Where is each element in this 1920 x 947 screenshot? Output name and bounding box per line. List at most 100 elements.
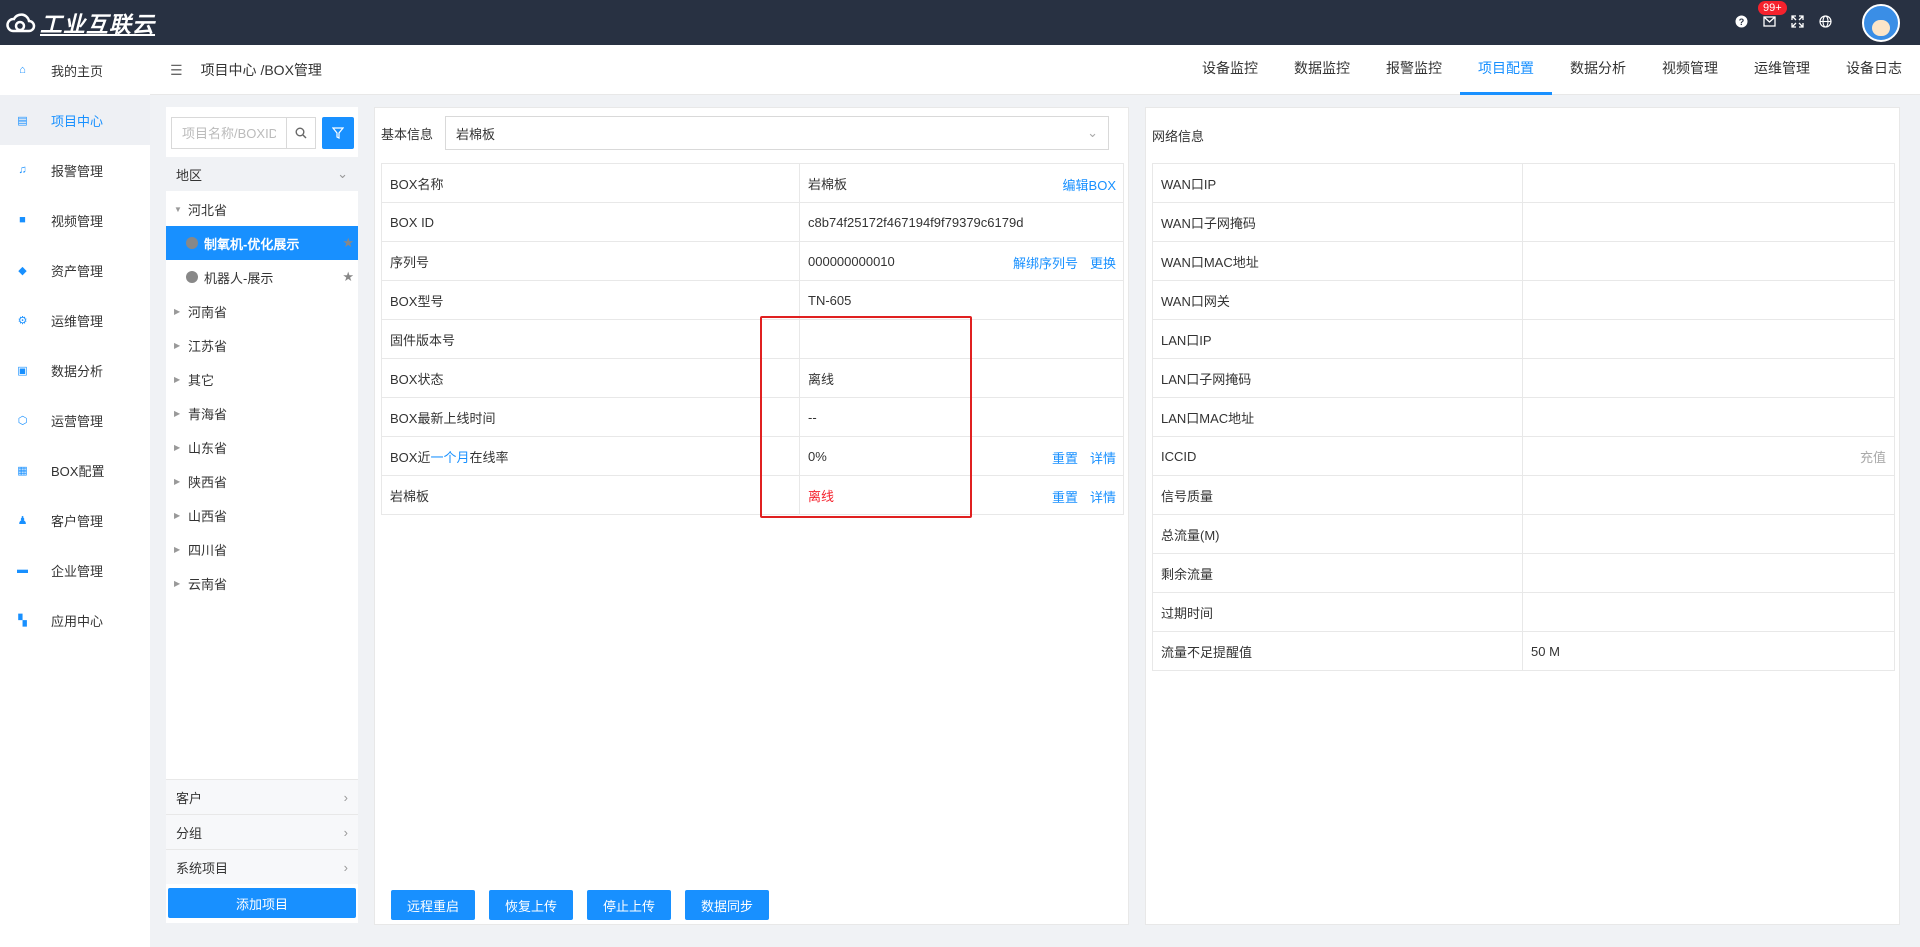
data-sync-button[interactable]: 数据同步 [685,890,770,920]
tab-ops-management[interactable]: 运维管理 [1736,45,1828,95]
sidebar-item-data-analysis[interactable]: ▣ 数据分析 [0,345,150,395]
tab-alarm-monitor[interactable]: 报警监控 [1368,45,1460,95]
reset-link[interactable]: 重置 [1052,451,1078,466]
sidebar-item-asset[interactable]: ◆ 资产管理 [0,245,150,295]
chevron-right-icon: › [343,859,348,875]
asset-icon: ◆ [18,264,27,277]
section-customer[interactable]: 客户 › [166,779,358,814]
tab-data-monitor[interactable]: 数据监控 [1276,45,1368,95]
online-rate-label: BOX近一个月在线率 [381,436,800,476]
search-icon[interactable] [286,117,316,149]
period-selector-link[interactable]: 一个月 [430,450,469,465]
project-status-dot-icon [186,237,198,249]
sidebar-item-label: 企业管理 [51,563,104,579]
breadcrumb-text: 项目中心 /BOX管理 [200,62,322,78]
table-row: 信号质量 [1152,475,1895,515]
table-row: WAN口MAC地址 [1152,241,1895,281]
stop-upload-button[interactable]: 停止上传 [587,890,672,920]
region-label: 地区 [176,167,203,183]
star-icon[interactable]: ★ [342,235,354,251]
tree-node-province[interactable]: ▶ 山东省 [166,430,358,464]
tree-node-province[interactable]: ▶ 青海省 [166,396,358,430]
tree-node-province[interactable]: ▶ 江苏省 [166,328,358,362]
help-icon[interactable]: ? [1734,15,1748,31]
serial-cell: 000000000010 解绑序列号 更换 [799,241,1124,281]
remote-restart-button[interactable]: 远程重启 [391,890,476,920]
tab-project-config[interactable]: 项目配置 [1460,45,1552,95]
tab-device-log[interactable]: 设备日志 [1828,45,1920,95]
sidebar-item-label: 数据分析 [51,363,104,379]
replace-serial-link[interactable]: 更换 [1090,256,1116,271]
sidebar-item-enterprise[interactable]: ▬ 企业管理 [0,545,150,595]
table-row: WAN口IP [1152,163,1895,203]
box-select[interactable]: 岩棉板 ⌄ [445,116,1110,150]
language-globe-icon[interactable] [1818,14,1832,31]
tree-node-province[interactable]: ▶ 云南省 [166,566,358,600]
sidebar-item-home[interactable]: ⌂ 我的主页 [0,45,150,95]
sidebar-item-customer[interactable]: ♟ 客户管理 [0,495,150,545]
sidebar-item-ops[interactable]: ⚙ 运维管理 [0,295,150,345]
tree-node-province[interactable]: ▶ 其它 [166,362,358,396]
detail-link[interactable]: 详情 [1090,490,1116,505]
tree-node-province[interactable]: ▶ 四川省 [166,532,358,566]
sidebar-item-app-center[interactable]: ▚ 应用中心 [0,595,150,645]
sidebar-item-operation[interactable]: ⬡ 运营管理 [0,395,150,445]
user-avatar[interactable] [1862,3,1900,42]
filter-icon[interactable] [322,117,354,149]
status-value: 离线 [799,358,1124,398]
recharge-link[interactable]: 充值 [1860,447,1886,466]
sidebar-item-video[interactable]: ■ 视频管理 [0,195,150,245]
table-row: 过期时间 [1152,592,1895,632]
tree-node-province[interactable]: ▶ 山西省 [166,498,358,532]
sidebar-item-project-center[interactable]: ▤ 项目中心 [0,95,150,145]
edit-box-link[interactable]: 编辑BOX [1063,178,1116,193]
project-search-input[interactable] [171,117,286,149]
breadcrumb: ☰ 项目中心 /BOX管理 [170,45,322,95]
star-icon[interactable]: ★ [342,269,354,285]
add-project-button[interactable]: 添加项目 [168,888,356,918]
network-info-table: WAN口IP WAN口子网掩码 WAN口MAC地址 WAN口网关 LAN口IP … [1152,163,1895,671]
home-icon: ⌂ [19,64,26,76]
box-id-label: BOX ID [381,202,800,242]
collapsed-arrow-icon: ▶ [174,544,181,554]
table-row: BOX最新上线时间 -- [381,397,1124,437]
traffic-alert-threshold-value[interactable]: 50 M [1522,631,1895,671]
box-info-table: BOX名称 岩棉板 编辑BOX BOX ID c8b74f25172f467194… [381,163,1124,515]
message-count-badge: 99+ [1758,1,1787,15]
sidebar-item-label: 报警管理 [51,163,104,179]
resume-upload-button[interactable]: 恢复上传 [489,890,574,920]
table-row: 岩棉板 离线 重置 详情 [381,475,1124,515]
chevron-down-icon: ⌄ [1087,125,1099,140]
reset-link[interactable]: 重置 [1052,490,1078,505]
collapsed-arrow-icon: ▶ [174,408,181,418]
tree-node-project[interactable]: 机器人-展示 ★ [166,260,358,294]
section-system-project[interactable]: 系统项目 › [166,849,358,884]
collapsed-arrow-icon: ▶ [174,374,181,384]
chevron-down-icon: ⌄ [337,166,348,181]
detail-link[interactable]: 详情 [1090,451,1116,466]
tree-node-project-selected[interactable]: 制氧机-优化展示 ★ [166,226,358,260]
sidebar-item-label: 运维管理 [51,313,104,329]
sidebar-item-alarm[interactable]: ♫ 报警管理 [0,145,150,195]
sidebar-item-box-config[interactable]: ▦ BOX配置 [0,445,150,495]
app-logo[interactable]: 工业互联云 [6,8,155,38]
tab-device-monitor[interactable]: 设备监控 [1184,45,1276,95]
tree-node-province[interactable]: ▼ 河北省 [166,192,358,226]
collapse-menu-icon[interactable]: ☰ [170,62,183,79]
box-id-value: c8b74f25172f467194f9f79379c6179d [799,202,1124,242]
traffic-alert-threshold-label[interactable]: 流量不足提醒值 [1152,631,1523,671]
unbind-serial-link[interactable]: 解绑序列号 [1013,256,1078,271]
tab-data-analysis[interactable]: 数据分析 [1552,45,1644,95]
section-group[interactable]: 分组 › [166,814,358,849]
region-section-header[interactable]: 地区 ⌄ [166,157,358,191]
tab-video-management[interactable]: 视频管理 [1644,45,1736,95]
last-online-label: BOX最新上线时间 [381,397,800,437]
region-tree: ▼ 河北省 制氧机-优化展示 ★ 机器人-展示 ★ ▶ 河南省 ▶ 江苏省 ▶ 其它 ▶ 青海… [166,192,358,600]
table-row: 总流量(M) [1152,514,1895,554]
fullscreen-icon[interactable] [1790,14,1804,31]
chart-icon: ▣ [17,364,28,377]
tree-node-province[interactable]: ▶ 河南省 [166,294,358,328]
tree-node-province[interactable]: ▶ 陕西省 [166,464,358,498]
box-action-buttons: 远程重启 恢复上传 停止上传 数据同步 [391,890,783,920]
mail-icon[interactable]: 99+ [1758,1,1787,30]
